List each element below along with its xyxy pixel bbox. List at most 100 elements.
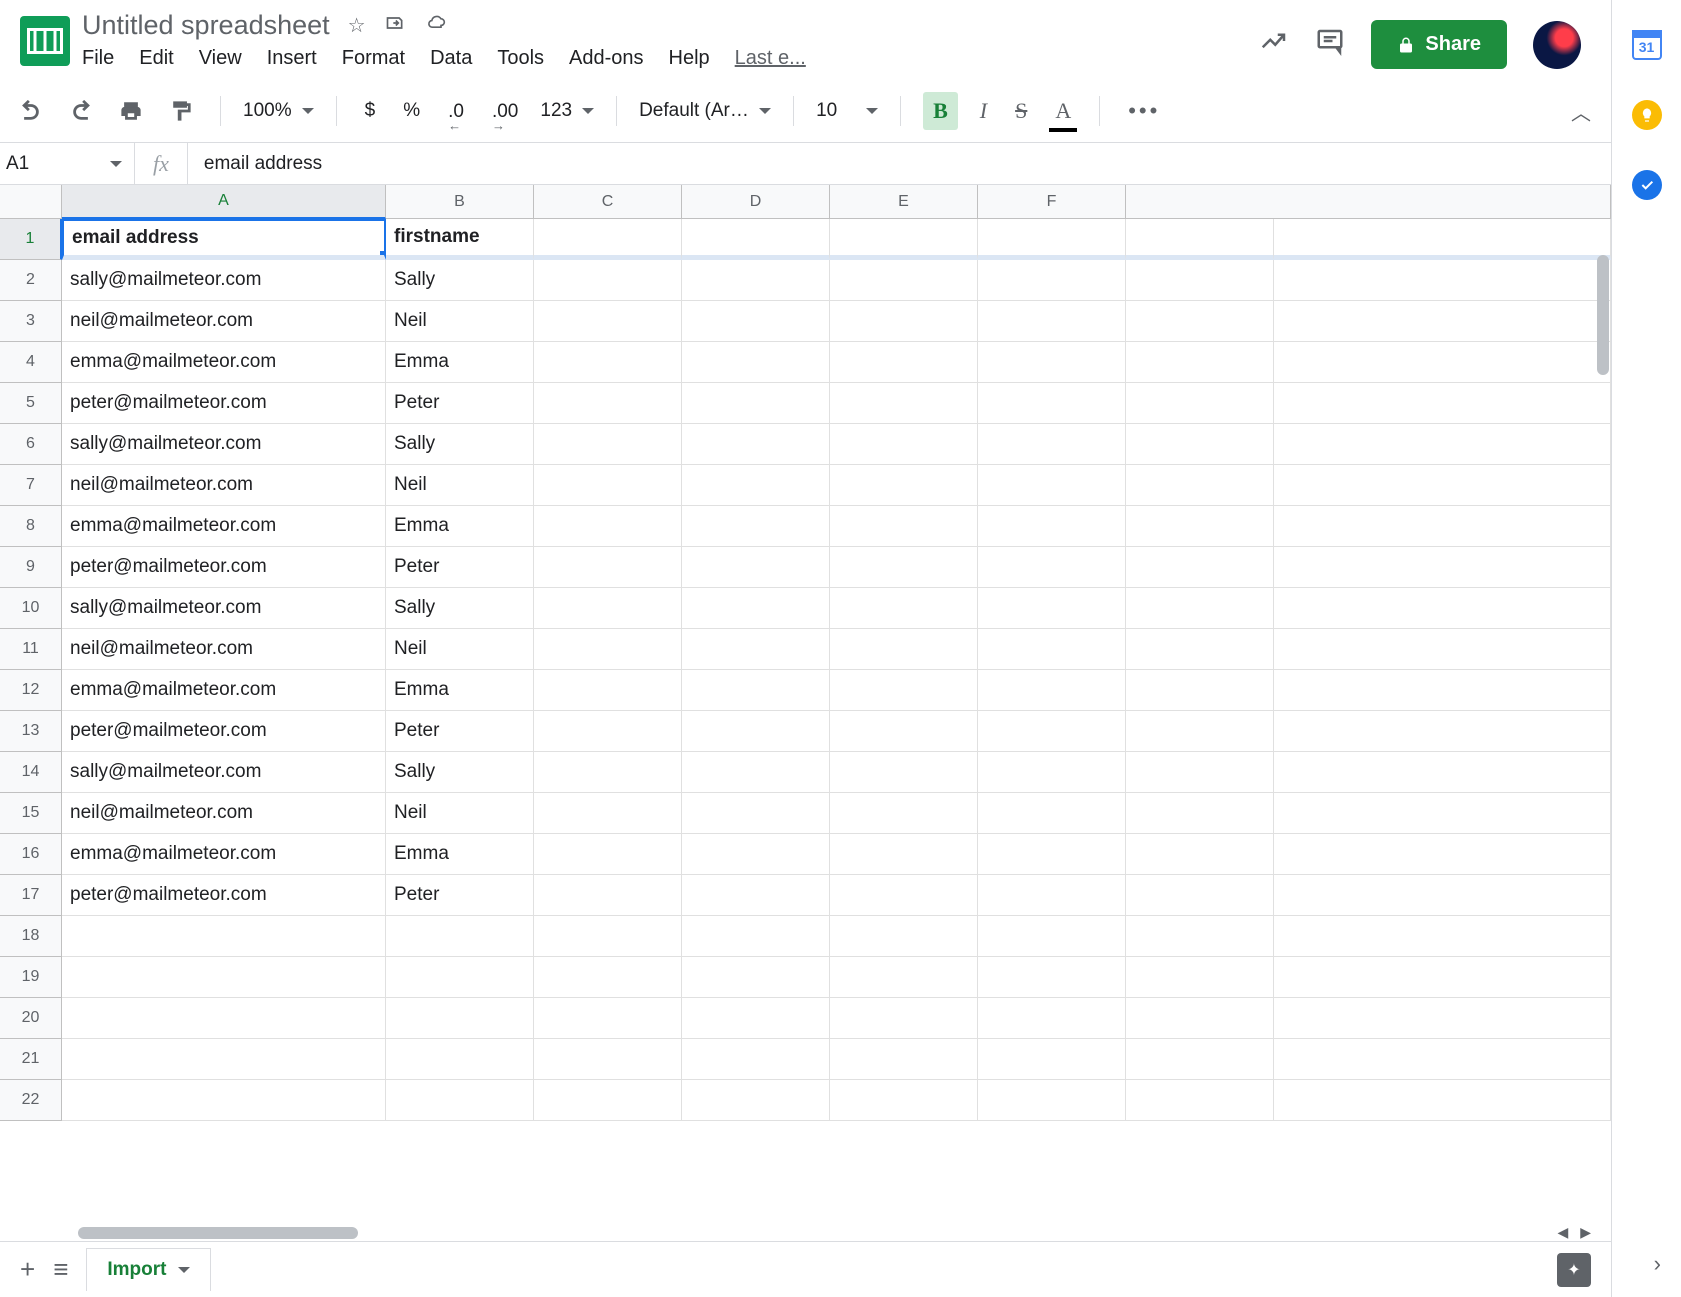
account-avatar[interactable] [1533,21,1581,69]
cell-D3[interactable] [682,301,830,342]
cell-C16[interactable] [534,834,682,875]
cell-B16[interactable]: Emma [386,834,534,875]
cell-C12[interactable] [534,670,682,711]
cell-D7[interactable] [682,465,830,506]
column-header-B[interactable]: B [386,185,534,219]
cell-D4[interactable] [682,342,830,383]
menu-help[interactable]: Help [669,47,710,70]
cell-D9[interactable] [682,547,830,588]
row-header-19[interactable]: 19 [0,957,62,998]
cell-F6[interactable] [978,424,1126,465]
column-header-C[interactable]: C [534,185,682,219]
redo-button[interactable] [64,96,98,126]
cell-D22[interactable] [682,1080,830,1121]
cell-undefined20[interactable] [1126,998,1274,1039]
cell-D12[interactable] [682,670,830,711]
cell-D16[interactable] [682,834,830,875]
cell-B15[interactable]: Neil [386,793,534,834]
column-header-A[interactable]: A [62,185,386,219]
cell-D21[interactable] [682,1039,830,1080]
cell-B8[interactable]: Emma [386,506,534,547]
row-header-2[interactable]: 2 [0,260,62,301]
cell-B13[interactable]: Peter [386,711,534,752]
cell-undefined6[interactable] [1126,424,1274,465]
cell-A2[interactable]: sally@mailmeteor.com [62,260,386,301]
row-header-20[interactable]: 20 [0,998,62,1039]
cell-B14[interactable]: Sally [386,752,534,793]
row-header-7[interactable]: 7 [0,465,62,506]
cell-C9[interactable] [534,547,682,588]
scroll-left-button[interactable]: ◀ [1557,1224,1568,1241]
cell-undefined16[interactable] [1126,834,1274,875]
row-header-10[interactable]: 10 [0,588,62,629]
cell-E4[interactable] [830,342,978,383]
menu-edit[interactable]: Edit [139,47,173,70]
cell-F14[interactable] [978,752,1126,793]
cell-E18[interactable] [830,916,978,957]
cell-F15[interactable] [978,793,1126,834]
cell-B20[interactable] [386,998,534,1039]
cell-E17[interactable] [830,875,978,916]
cell-B10[interactable]: Sally [386,588,534,629]
cell-D13[interactable] [682,711,830,752]
cell-undefined17[interactable] [1126,875,1274,916]
column-header-F[interactable]: F [978,185,1126,219]
row-header-18[interactable]: 18 [0,916,62,957]
cell-C6[interactable] [534,424,682,465]
menu-data[interactable]: Data [430,47,472,70]
add-sheet-button[interactable]: + [20,1254,35,1285]
cell-F1[interactable] [978,219,1126,260]
cell-C17[interactable] [534,875,682,916]
star-icon[interactable]: ☆ [348,13,366,38]
cell-C14[interactable] [534,752,682,793]
cell-undefined1[interactable] [1126,219,1274,260]
cell-C5[interactable] [534,383,682,424]
cell-E10[interactable] [830,588,978,629]
cell-E13[interactable] [830,711,978,752]
font-family-dropdown[interactable]: Default (Ari... [639,100,771,122]
cell-F22[interactable] [978,1080,1126,1121]
cell-A22[interactable] [62,1080,386,1121]
cell-undefined19[interactable] [1126,957,1274,998]
sheets-logo-icon[interactable] [20,16,70,66]
cloud-status-icon[interactable] [424,13,448,39]
cell-undefined9[interactable] [1126,547,1274,588]
row-header-15[interactable]: 15 [0,793,62,834]
cell-A7[interactable]: neil@mailmeteor.com [62,465,386,506]
cell-B18[interactable] [386,916,534,957]
cell-undefined21[interactable] [1126,1039,1274,1080]
vertical-scrollbar[interactable] [1597,255,1609,375]
tasks-icon[interactable] [1632,170,1662,200]
cell-B19[interactable] [386,957,534,998]
row-header-3[interactable]: 3 [0,301,62,342]
cell-A19[interactable] [62,957,386,998]
keep-icon[interactable] [1632,100,1662,130]
cell-C21[interactable] [534,1039,682,1080]
row-header-5[interactable]: 5 [0,383,62,424]
row-header-8[interactable]: 8 [0,506,62,547]
cell-D1[interactable] [682,219,830,260]
activity-trend-icon[interactable] [1259,26,1289,63]
paint-format-button[interactable] [164,96,198,126]
percent-button[interactable]: % [397,96,426,126]
cell-undefined18[interactable] [1126,916,1274,957]
cell-D17[interactable] [682,875,830,916]
cell-F10[interactable] [978,588,1126,629]
cell-C19[interactable] [534,957,682,998]
cell-F20[interactable] [978,998,1126,1039]
calendar-icon[interactable]: 31 [1632,30,1662,60]
all-sheets-button[interactable]: ≡ [53,1254,68,1285]
select-all-corner[interactable] [0,185,62,219]
cell-E1[interactable] [830,219,978,260]
cell-B21[interactable] [386,1039,534,1080]
cell-E22[interactable] [830,1080,978,1121]
side-panel-toggle[interactable]: › [1654,1251,1661,1277]
cell-undefined12[interactable] [1126,670,1274,711]
menu-view[interactable]: View [199,47,242,70]
cell-C1[interactable] [534,219,682,260]
cell-E14[interactable] [830,752,978,793]
zoom-dropdown[interactable]: 100% [243,100,314,122]
cell-A1[interactable]: email address [62,219,386,260]
document-title[interactable]: Untitled spreadsheet [82,10,330,41]
cell-undefined2[interactable] [1126,260,1274,301]
